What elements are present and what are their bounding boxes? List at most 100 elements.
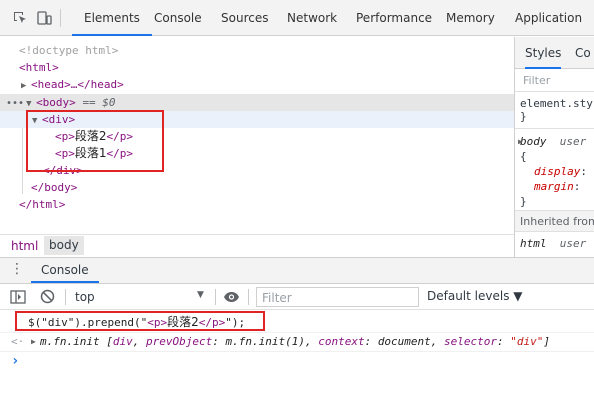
toolbar-divider xyxy=(248,289,249,305)
rule-close-brace: } xyxy=(520,195,527,208)
result-element: div xyxy=(112,335,133,348)
styles-filter-bar: Filter xyxy=(515,70,594,92)
p-open-tag: <p> xyxy=(55,130,75,143)
p-node-1[interactable]: <p>段落2</p> xyxy=(0,128,514,145)
body-node-selected[interactable]: ••• ▼ <body> == $0 xyxy=(0,94,514,111)
inherited-rule: html user xyxy=(520,237,586,250)
inherited-header: Inherited from xyxy=(515,210,594,232)
drawer-tab-bar: ⋮ Console xyxy=(0,257,594,284)
div-close-tag: </div> xyxy=(43,164,83,177)
tab-network[interactable]: Network xyxy=(287,0,337,36)
breadcrumb-item-body[interactable]: body xyxy=(44,236,84,255)
body-close-node[interactable]: </body> xyxy=(0,179,514,196)
inherited-origin: user xyxy=(559,237,587,250)
devtools-tab-bar: Elements Console Sources Network Perform… xyxy=(0,0,594,36)
tab-sources[interactable]: Sources xyxy=(221,0,268,36)
p-text: 段落1 xyxy=(74,146,107,160)
styles-pane: Styles Co Filter element.sty } body user… xyxy=(514,37,594,257)
device-toolbar-icon[interactable] xyxy=(36,10,52,26)
drawer-menu-icon[interactable]: ⋮ xyxy=(10,261,24,277)
toolbar-divider xyxy=(215,289,216,305)
show-sidebar-icon[interactable] xyxy=(10,290,26,307)
tab-styles[interactable]: Styles xyxy=(525,37,562,69)
result-key: prevObject xyxy=(145,335,213,348)
more-dots-icon[interactable]: ••• xyxy=(6,98,24,109)
rule-origin: user xyxy=(559,135,587,148)
console-prompt-icon: › xyxy=(11,353,20,369)
console-filter-placeholder: Filter xyxy=(262,291,292,305)
selected-node-marker: == $0 xyxy=(82,96,116,109)
console-prompt-line[interactable]: › xyxy=(0,352,594,372)
console-input-tag: </p> xyxy=(198,316,226,329)
element-style-selector: element.sty xyxy=(520,97,593,110)
tab-application[interactable]: Application xyxy=(515,0,582,36)
result-colon: : xyxy=(212,335,226,348)
inherited-label: Inherited from xyxy=(520,215,594,228)
doctype-node[interactable]: <!doctype html> xyxy=(0,42,514,59)
breadcrumb: html body xyxy=(0,234,514,256)
html-open-node[interactable]: <html> xyxy=(0,59,514,76)
clear-console-icon[interactable] xyxy=(40,289,55,307)
div-open-tag: <div> xyxy=(42,113,76,126)
prop-display: display xyxy=(534,165,581,178)
p-text: 段落2 xyxy=(74,129,107,143)
rule-close-brace: } xyxy=(520,110,527,123)
result-colon: : xyxy=(364,335,378,348)
tab-performance[interactable]: Performance xyxy=(356,0,432,36)
styles-filter-input[interactable]: Filter xyxy=(523,74,550,87)
tab-computed[interactable]: Co xyxy=(575,37,591,69)
console-input-code: $("div").prepend(" xyxy=(28,316,148,329)
context-value: top xyxy=(75,290,95,304)
result-close: ] xyxy=(543,335,551,348)
div-close-node[interactable]: </div> xyxy=(0,162,514,179)
console-input-line[interactable]: $("div").prepend("<p>段落2</p>"); xyxy=(0,313,594,331)
html-close-node[interactable]: </html> xyxy=(0,196,514,213)
div-open-node[interactable]: ▼ <div> xyxy=(0,111,514,128)
p-node-2[interactable]: <p>段落1</p> xyxy=(0,145,514,162)
doctype-text: <!doctype html> xyxy=(19,44,119,57)
tab-elements[interactable]: Elements xyxy=(72,0,152,36)
rule-divider xyxy=(515,128,594,129)
elements-dom-tree: <!doctype html> <html> ▶ <head>…</head> •… xyxy=(0,37,514,234)
p-close-tag: </p> xyxy=(106,130,134,143)
result-sep: , xyxy=(304,335,319,348)
context-selector[interactable]: top ▼ xyxy=(70,287,213,307)
head-node[interactable]: ▶ <head>…</head> xyxy=(0,76,514,93)
dropdown-arrow-icon: ▼ xyxy=(197,290,204,300)
result-arrow-icon: <· xyxy=(11,335,25,348)
toolbar-divider xyxy=(60,9,61,27)
tab-console[interactable]: Console xyxy=(154,0,202,36)
expand-triangle-icon[interactable]: ▶ xyxy=(31,333,36,351)
rule-selector: body xyxy=(520,135,547,148)
result-sep: , xyxy=(430,335,445,348)
element-style-rule: element.sty } xyxy=(520,97,593,123)
drawer-tab-console[interactable]: Console xyxy=(31,258,99,283)
console-input-tag: <p> xyxy=(147,316,168,329)
inspect-element-icon[interactable] xyxy=(12,10,28,26)
styles-tab-bar: Styles Co xyxy=(515,37,594,69)
console-toolbar: top ▼ Filter Default levels ▼ xyxy=(0,284,594,310)
p-close-tag: </p> xyxy=(106,147,134,160)
live-expression-eye-icon[interactable] xyxy=(223,290,240,307)
inherited-selector: html xyxy=(520,237,547,250)
html-close-tag: </html> xyxy=(19,198,66,211)
result-object: m.fn.init [div, prevObject: m.fn.init(1)… xyxy=(40,333,550,351)
console-input-code: "); xyxy=(225,316,246,329)
console-input-text: 段落2 xyxy=(167,315,199,329)
console-result-line[interactable]: <· ▶ m.fn.init [div, prevObject: m.fn.in… xyxy=(0,333,594,351)
log-levels-dropdown[interactable]: Default levels ▼ xyxy=(427,289,523,303)
html-open-tag: <html> xyxy=(19,61,59,74)
body-close-tag: </body> xyxy=(31,181,78,194)
tab-memory[interactable]: Memory xyxy=(446,0,495,36)
result-value: m.fn.init(1) xyxy=(225,335,305,348)
result-string: "div" xyxy=(510,335,544,348)
console-filter-input[interactable]: Filter xyxy=(256,287,419,307)
rule-open-brace: { xyxy=(520,150,527,163)
result-key: selector xyxy=(444,335,498,348)
expand-triangle-icon[interactable]: ▶ xyxy=(21,78,31,95)
expand-triangle-icon[interactable]: ▶ xyxy=(518,134,523,149)
head-collapsed-tag: <head>…</head> xyxy=(31,78,124,91)
breadcrumb-item-html[interactable]: html xyxy=(11,239,38,253)
p-open-tag: <p> xyxy=(55,147,75,160)
body-style-rule: body user { display: ▶ margin: } xyxy=(518,134,587,208)
